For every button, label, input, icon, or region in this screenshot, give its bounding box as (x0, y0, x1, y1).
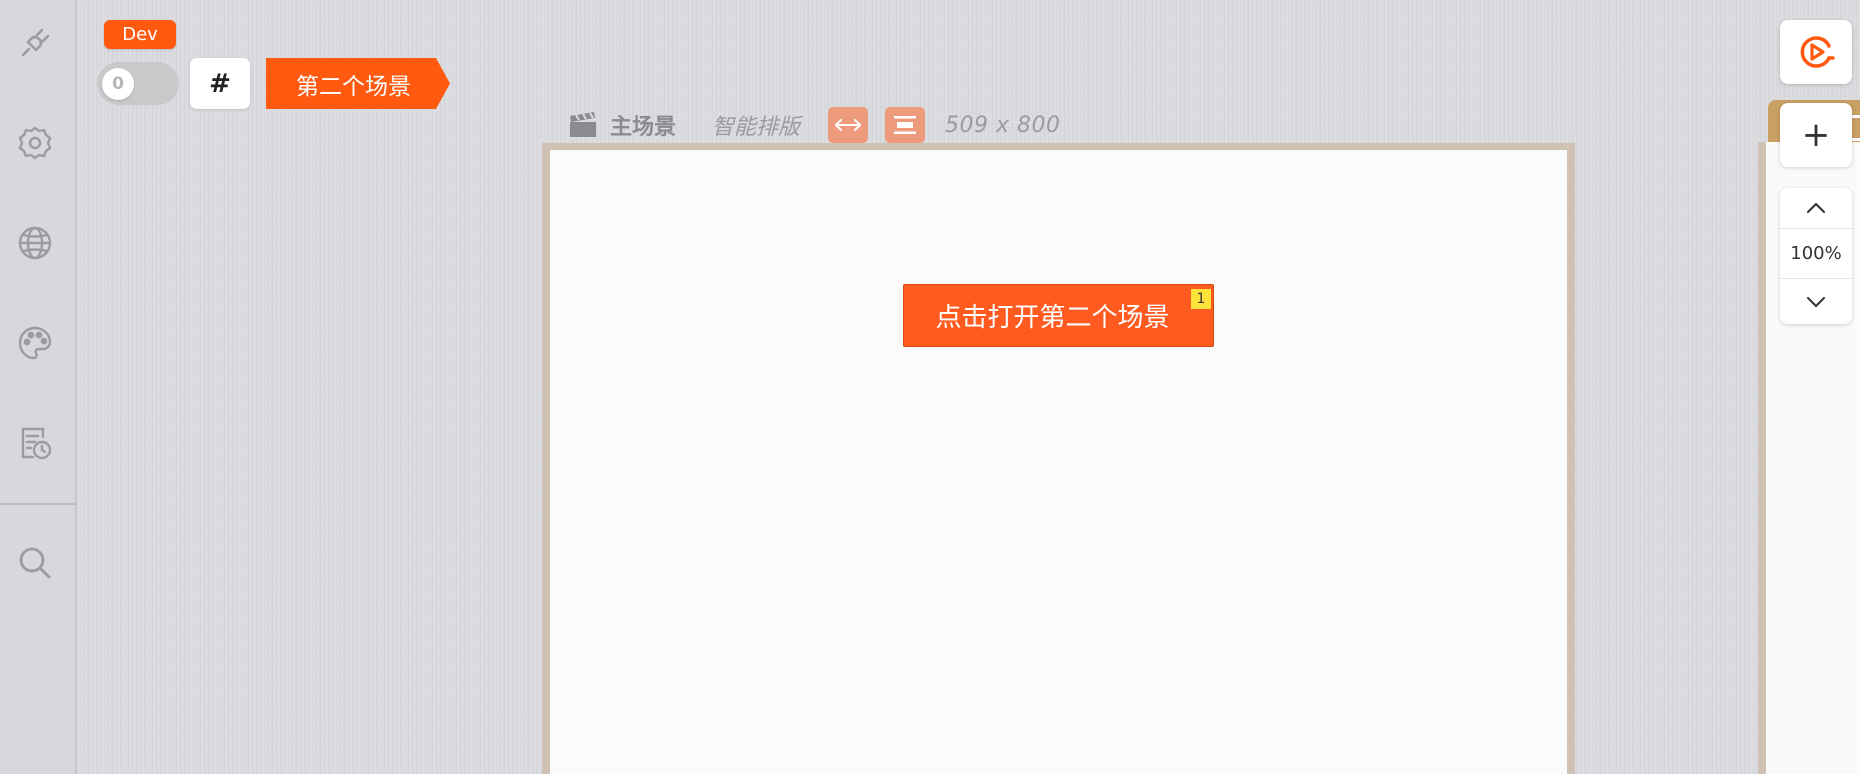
preview-button[interactable] (1780, 20, 1852, 84)
chevron-down-icon (1807, 297, 1825, 307)
main-scene-label: 主场景 (610, 115, 677, 140)
sidebar-divider (0, 503, 75, 505)
palette-icon[interactable] (14, 322, 56, 364)
fit-width-button[interactable] (828, 107, 869, 143)
add-button[interactable]: + (1780, 103, 1852, 167)
search-icon[interactable] (14, 542, 56, 584)
settings-icon[interactable] (14, 122, 56, 164)
open-second-scene-label: 点击打开第二个场景 (935, 303, 1170, 333)
zoom-out-button[interactable] (1780, 278, 1852, 325)
open-second-scene-button[interactable]: 点击打开第二个场景 1 (903, 284, 1214, 347)
zoom-level: 100% (1790, 242, 1842, 264)
canvas-toolbar: 主场景 智能排版 509 x 800 (568, 107, 1061, 143)
toggle-knob: 0 (102, 68, 134, 100)
clapperboard-icon (568, 110, 598, 140)
align-center-icon (894, 116, 917, 134)
zoom-control: 100% (1780, 188, 1852, 324)
zoom-in-button[interactable] (1780, 188, 1852, 229)
left-sidebar (0, 0, 77, 774)
hash-button[interactable]: # (190, 58, 250, 109)
panel-handle-icon (1852, 115, 1860, 141)
plugin-icon[interactable] (14, 22, 56, 64)
scene-tab-label: 第二个场景 (296, 73, 411, 100)
play-circle-icon (1800, 36, 1835, 68)
align-center-button[interactable] (885, 107, 926, 143)
env-badge: Dev (104, 20, 176, 49)
history-icon[interactable] (14, 422, 56, 464)
canvas-size-label: 509 x 800 (945, 112, 1061, 138)
scene-canvas[interactable] (550, 150, 1567, 774)
count-toggle[interactable]: 0 (97, 62, 179, 105)
element-index-badge: 1 (1191, 289, 1211, 309)
scene-tab-second[interactable]: 第二个场景 (266, 58, 450, 109)
smart-layout-label[interactable]: 智能排版 (712, 109, 800, 141)
chevron-up-icon (1807, 203, 1825, 213)
globe-icon[interactable] (14, 222, 56, 264)
horizontal-arrows-icon (835, 119, 862, 131)
